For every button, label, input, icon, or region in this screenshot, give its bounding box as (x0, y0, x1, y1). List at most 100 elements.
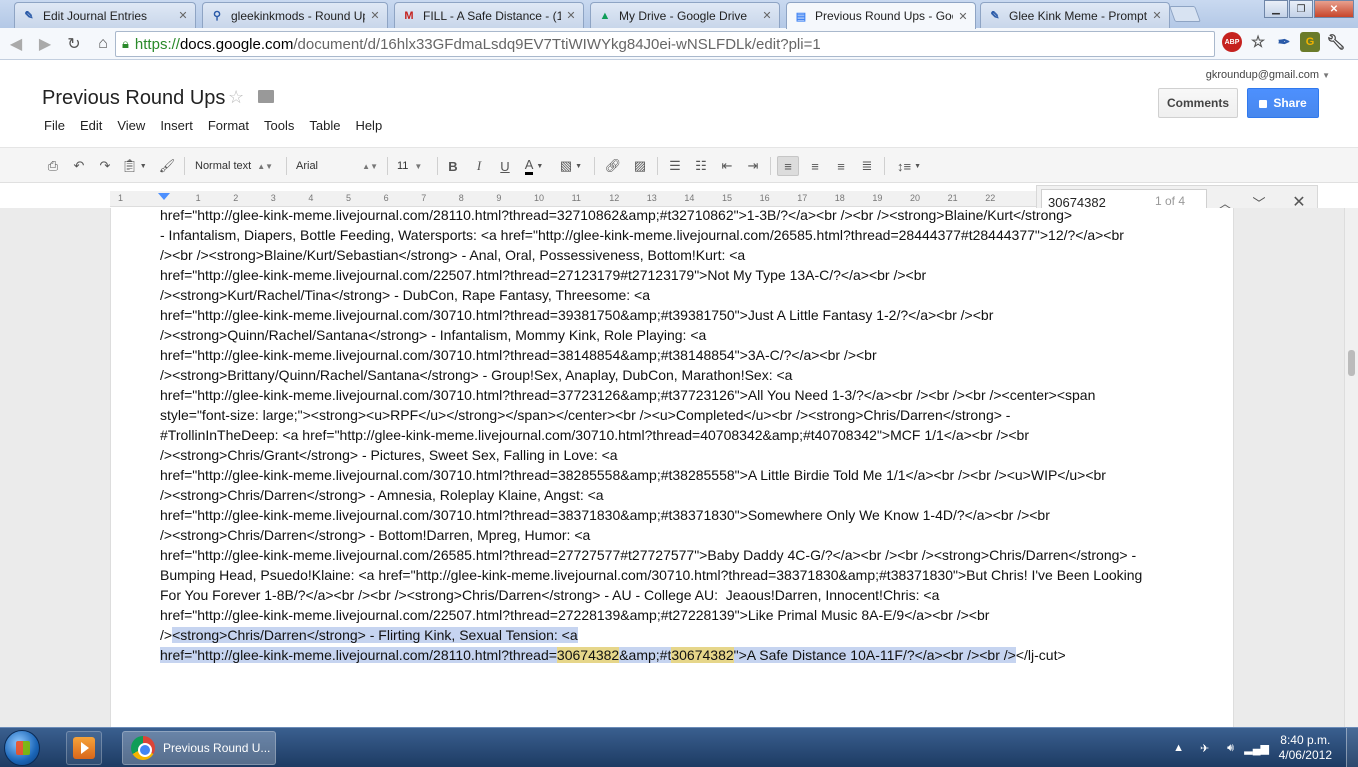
new-tab-button[interactable] (1169, 6, 1201, 22)
line-spacing-icon[interactable]: ↕≡ ▼ (892, 156, 926, 176)
tab-title: Previous Round Ups - Goog (815, 9, 953, 23)
browser-tab-strip: ✎ Edit Journal Entries ✕ ⚲ gleekinkmods … (0, 0, 1358, 29)
justify-icon[interactable]: ≣ (857, 156, 877, 176)
menu-view[interactable]: View (117, 118, 145, 133)
taskbar-media-player[interactable] (66, 731, 102, 765)
show-desktop-button[interactable] (1346, 728, 1358, 767)
google-docs-icon: ▤ (795, 10, 807, 23)
document-canvas: href="http://glee-kink-meme.livejournal.… (0, 208, 1358, 727)
font-select[interactable]: Arial ▲▼ (296, 156, 378, 176)
menu-bar: File Edit View Insert Format Tools Table… (44, 118, 397, 133)
pen-extension-icon[interactable]: ✒ (1274, 32, 1294, 52)
document-body[interactable]: href="http://glee-kink-meme.livejournal.… (160, 208, 1190, 665)
adblock-icon[interactable]: ABP (1222, 32, 1242, 52)
horizontal-ruler[interactable]: 1 1 2 3 4 5 6 7 8 9 10 11 12 13 14 15 16 17 18 19 20 21 22 (110, 191, 1040, 207)
show-hidden-icons-icon[interactable]: ▲ (1171, 740, 1187, 756)
browser-tab-gleekinkmods[interactable]: ⚲ gleekinkmods - Round Up ✕ (202, 2, 388, 28)
paste-icon[interactable]: 📋︎ ▼ (120, 156, 148, 176)
reload-icon[interactable]: ↻ (61, 31, 87, 57)
paragraph-style-select[interactable]: Normal text ▲▼ (195, 156, 277, 176)
ruler-tick: 8 (458, 193, 464, 203)
forward-arrow-icon[interactable]: ▶ (32, 31, 58, 57)
image-icon[interactable]: ▨ (630, 156, 650, 176)
ruler-tick: 1 (118, 193, 124, 203)
menu-insert[interactable]: Insert (160, 118, 193, 133)
account-switcher[interactable]: gkroundup@gmail.com ▼ (1206, 69, 1330, 81)
tab-close-icon[interactable]: ✕ (369, 9, 381, 22)
folder-icon[interactable] (258, 90, 274, 103)
undo-icon[interactable]: ↶ (70, 156, 88, 176)
address-bar[interactable]: 🔒︎ https://docs.google.com/document/d/16… (115, 31, 1215, 57)
align-center-icon[interactable]: ≡ (805, 156, 825, 176)
home-icon[interactable]: ⌂ (90, 31, 116, 57)
tab-title: FILL - A Safe Distance - (12f (423, 8, 561, 23)
minimize-icon[interactable]: ▁ (1264, 0, 1288, 18)
menu-table[interactable]: Table (309, 118, 340, 133)
text-line: #TrollinInTheDeep: <a href="http://glee-… (160, 427, 1030, 443)
extension-g-icon[interactable]: G (1300, 32, 1320, 52)
ruler-tick: 5 (346, 193, 352, 203)
tray-app-icon[interactable]: ✈ (1197, 740, 1213, 756)
star-icon[interactable]: ☆ (228, 87, 244, 108)
text-color-button[interactable]: A ▼ (520, 156, 548, 176)
italic-button[interactable]: I (470, 156, 488, 176)
align-right-icon[interactable]: ≡ (831, 156, 851, 176)
decrease-indent-icon[interactable]: ⇤ (717, 156, 737, 176)
tab-close-icon[interactable]: ✕ (957, 10, 969, 23)
menu-tools[interactable]: Tools (264, 118, 294, 133)
browser-tab-gmail[interactable]: M FILL - A Safe Distance - (12f ✕ (394, 2, 584, 28)
menu-edit[interactable]: Edit (80, 118, 102, 133)
indent-marker-icon[interactable] (158, 193, 170, 200)
link-icon[interactable]: 🔗︎ (602, 156, 624, 176)
share-button[interactable]: Share (1247, 88, 1319, 118)
bulleted-list-icon[interactable]: ☷ (691, 156, 711, 176)
selected-text: ">A Safe Distance 10A-11F/?</a><br /><br… (733, 647, 1016, 663)
text-line: href="http://glee-kink-meme.livejournal.… (160, 267, 927, 283)
tab-close-icon[interactable]: ✕ (565, 9, 577, 22)
system-clock[interactable]: 8:40 p.m. 4/06/2012 (1279, 733, 1332, 763)
wrench-icon[interactable]: 🔧︎ (1326, 32, 1346, 52)
tab-close-icon[interactable]: ✕ (1151, 9, 1163, 22)
paint-format-icon[interactable]: 🖌︎ (158, 156, 176, 176)
window-close-icon[interactable]: ✕ (1314, 0, 1354, 18)
menu-format[interactable]: Format (208, 118, 249, 133)
bold-button[interactable]: B (444, 156, 462, 176)
scrollbar-thumb[interactable] (1348, 350, 1355, 376)
comments-button[interactable]: Comments (1158, 88, 1238, 118)
toolbar-divider (657, 157, 658, 175)
gmail-icon: M (404, 9, 414, 22)
underline-button[interactable]: U (496, 156, 514, 176)
back-arrow-icon[interactable]: ◀ (3, 31, 29, 57)
volume-icon[interactable]: 🔊︎ (1223, 740, 1239, 756)
restore-icon[interactable]: ❐ (1289, 0, 1313, 18)
bookmark-star-icon[interactable]: ☆ (1248, 32, 1268, 52)
url-path: /document/d/16hlx33GFdmaLsdq9EV7TtiWIWYk… (293, 35, 821, 53)
align-left-icon[interactable]: ≡ (777, 156, 799, 176)
print-icon[interactable]: ⎙ (44, 156, 62, 176)
numbered-list-icon[interactable]: ☰ (665, 156, 685, 176)
browser-tab-glee-kink-meme[interactable]: ✎ Glee Kink Meme - Prompt F ✕ (980, 2, 1170, 28)
browser-tab-edit-journal[interactable]: ✎ Edit Journal Entries ✕ (14, 2, 196, 28)
selected-text-line: /><strong>Chris/Darren</strong> - Flirti… (160, 625, 1190, 645)
menu-help[interactable]: Help (355, 118, 382, 133)
menu-file[interactable]: File (44, 118, 65, 133)
start-button[interactable] (4, 730, 40, 766)
taskbar-chrome-window[interactable]: Previous Round U... (122, 731, 276, 765)
redo-icon[interactable]: ↷ (96, 156, 114, 176)
browser-tab-drive[interactable]: ▲ My Drive - Google Drive ✕ (590, 2, 780, 28)
ruler-tick: 20 (910, 193, 921, 203)
network-signal-icon[interactable]: ▂▄▆ (1244, 740, 1269, 756)
search-highlight: 30674382 (556, 647, 620, 663)
select-arrow-icon: ▲▼ (362, 161, 378, 171)
font-size-select[interactable]: 11 ▼ (397, 156, 431, 176)
clock-time: 8:40 p.m. (1280, 733, 1331, 747)
highlight-color-icon[interactable]: ▧ ▼ (556, 156, 586, 176)
ruler-tick: 9 (496, 193, 502, 203)
tab-close-icon[interactable]: ✕ (177, 9, 189, 22)
browser-tab-docs-active[interactable]: ▤ Previous Round Ups - Goog ✕ (786, 2, 976, 29)
vertical-scrollbar[interactable] (1344, 208, 1358, 727)
increase-indent-icon[interactable]: ⇥ (743, 156, 763, 176)
tab-close-icon[interactable]: ✕ (761, 9, 773, 22)
style-value: Normal text (195, 160, 252, 172)
document-title[interactable]: Previous Round Ups (42, 87, 225, 110)
